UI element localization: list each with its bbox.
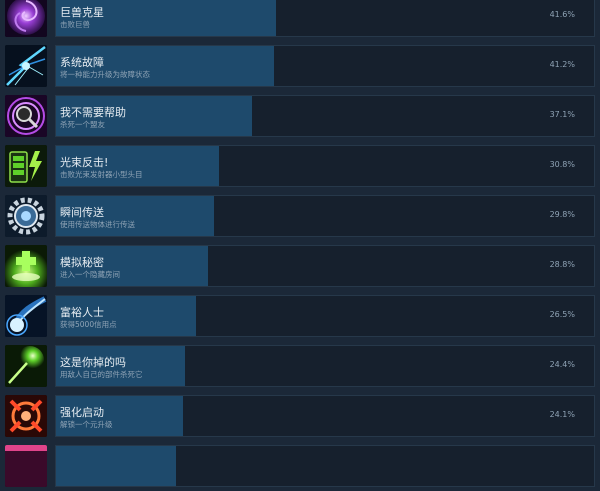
achievement-title: 模拟秘密 — [60, 256, 104, 269]
achievement-description: 用敌人自己的部件杀死它 — [60, 370, 143, 379]
blue-comet-icon — [5, 295, 47, 337]
achievement-description: 进入一个隐藏房间 — [60, 270, 120, 279]
achievement-row[interactable]: 系统故障 将一种能力升级为故障状态 41.2% — [0, 41, 600, 91]
achievement-percent: 24.4% — [549, 360, 575, 369]
achievement-title: 瞬间传送 — [60, 206, 104, 219]
achievement-panel: 富裕人士 获得5000信用点 26.5% — [55, 295, 595, 337]
achievement-title: 光束反击! — [60, 156, 109, 169]
achievement-row[interactable]: 瞬间传送 使用传送物体进行传送 29.8% — [0, 191, 600, 241]
achievement-title: 这是你掉的吗 — [60, 356, 126, 369]
achievement-percent: 41.6% — [549, 10, 575, 19]
blue-lightning-burst-icon — [5, 45, 47, 87]
achievement-panel: 这是你掉的吗 用敌人自己的部件杀死它 24.4% — [55, 345, 595, 387]
achievement-description: 击败巨兽 — [60, 20, 90, 29]
achievement-percent: 24.1% — [549, 410, 575, 419]
gear-portal-icon — [5, 195, 47, 237]
battery-lightning-icon — [5, 145, 47, 187]
achievement-description: 将一种能力升级为故障状态 — [60, 70, 150, 79]
achievement-title: 我不需要帮助 — [60, 106, 126, 119]
red-target-icon — [5, 395, 47, 437]
achievement-percent: 37.1% — [549, 110, 575, 119]
green-plus-glow-icon — [5, 245, 47, 287]
achievement-description: 解锁一个元升级 — [60, 420, 113, 429]
achievement-row[interactable]: 这是你掉的吗 用敌人自己的部件杀死它 24.4% — [0, 341, 600, 391]
achievement-panel — [55, 445, 595, 487]
achievement-description: 击败光束发射器小型头目 — [60, 170, 143, 179]
magnifying-glass-vortex-icon — [5, 95, 47, 137]
achievement-description: 获得5000信用点 — [60, 320, 117, 329]
achievement-row[interactable]: 强化启动 解锁一个元升级 24.1% — [0, 391, 600, 441]
achievement-percent: 41.2% — [549, 60, 575, 69]
achievement-title: 系统故障 — [60, 56, 104, 69]
achievement-description: 杀死一个盟友 — [60, 120, 105, 129]
achievement-row[interactable]: 光束反击! 击败光束发射器小型头目 30.8% — [0, 141, 600, 191]
achievement-panel: 强化启动 解锁一个元升级 24.1% — [55, 395, 595, 437]
achievement-title: 巨兽克星 — [60, 6, 104, 19]
achievement-percent: 28.8% — [549, 260, 575, 269]
achievement-row[interactable]: 富裕人士 获得5000信用点 26.5% — [0, 291, 600, 341]
achievement-percent: 29.8% — [549, 210, 575, 219]
achievement-row[interactable]: 我不需要帮助 杀死一个盟友 37.1% — [0, 91, 600, 141]
achievement-panel: 光束反击! 击败光束发射器小型头目 30.8% — [55, 145, 595, 187]
achievement-panel: 系统故障 将一种能力升级为故障状态 41.2% — [55, 45, 595, 87]
achievement-title: 强化启动 — [60, 406, 104, 419]
achievement-list: 巨兽克星 击败巨兽 41.6% 系统故障 将一种能力升级为故障状态 41.2% — [0, 0, 600, 491]
achievement-row[interactable]: 模拟秘密 进入一个隐藏房间 28.8% — [0, 241, 600, 291]
achievement-panel: 瞬间传送 使用传送物体进行传送 29.8% — [55, 195, 595, 237]
achievement-panel: 模拟秘密 进入一个隐藏房间 28.8% — [55, 245, 595, 287]
purple-vortex-icon — [5, 0, 47, 37]
achievement-description: 使用传送物体进行传送 — [60, 220, 135, 229]
progress-fill — [56, 446, 176, 486]
achievement-percent: 30.8% — [549, 160, 575, 169]
achievement-panel: 我不需要帮助 杀死一个盟友 37.1% — [55, 95, 595, 137]
pink-partial-icon — [5, 445, 47, 487]
achievement-panel: 巨兽克星 击败巨兽 41.6% — [55, 0, 595, 37]
achievement-percent: 26.5% — [549, 310, 575, 319]
achievement-title: 富裕人士 — [60, 306, 104, 319]
green-energy-orb-icon — [5, 345, 47, 387]
achievement-row[interactable]: 巨兽克星 击败巨兽 41.6% — [0, 0, 600, 41]
